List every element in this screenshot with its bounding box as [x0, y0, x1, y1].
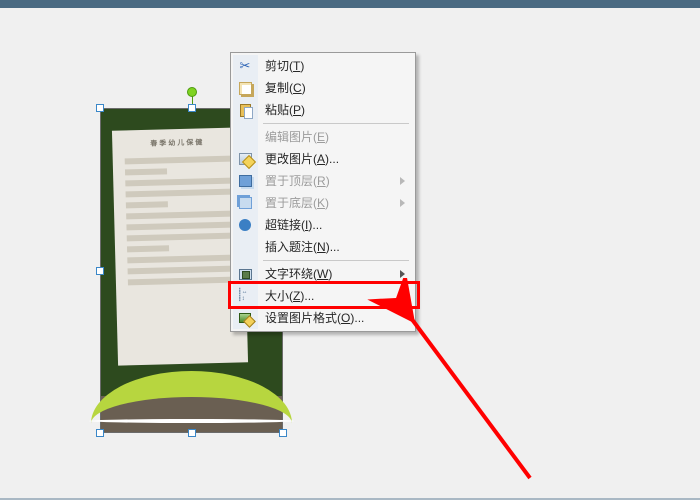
document-canvas[interactable]: 春季幼儿保健 ✂ 剪切(T) 复制(C) 粘贴(P) 编辑图片(E) [0, 8, 700, 498]
menu-item-edit-image: 编辑图片(E) [233, 126, 413, 148]
hyperlink-icon [237, 217, 253, 233]
rotation-handle[interactable] [187, 87, 197, 97]
submenu-arrow-icon [400, 199, 405, 207]
menu-label: 粘贴(P) [265, 99, 413, 121]
paste-icon [237, 102, 253, 118]
menu-label: 剪切(T) [265, 55, 413, 77]
scissors-icon: ✂ [237, 58, 253, 74]
menu-item-text-wrap[interactable]: 文字环绕(W) [233, 263, 413, 285]
size-icon: ┇↔┇↕ [237, 288, 253, 304]
menu-item-bring-front: 置于顶层(R) [233, 170, 413, 192]
menu-label: 复制(C) [265, 77, 413, 99]
menu-label: 置于底层(K) [265, 192, 400, 214]
resize-handle-bl[interactable] [96, 429, 104, 437]
copy-icon [237, 80, 253, 96]
menu-label: 文字环绕(W) [265, 263, 400, 285]
menu-item-change-image[interactable]: 更改图片(A)... [233, 148, 413, 170]
menu-item-insert-caption[interactable]: 插入题注(N)... [233, 236, 413, 258]
text-wrap-icon [237, 266, 253, 282]
menu-item-paste[interactable]: 粘贴(P) [233, 99, 413, 121]
resize-handle-tm[interactable] [188, 104, 196, 112]
submenu-arrow-icon [400, 177, 405, 185]
resize-handle-ml[interactable] [96, 267, 104, 275]
resize-handle-bm[interactable] [188, 429, 196, 437]
menu-item-cut[interactable]: ✂ 剪切(T) [233, 55, 413, 77]
menu-item-format-picture[interactable]: 设置图片格式(O)... [233, 307, 413, 329]
bring-front-icon [237, 173, 253, 189]
submenu-arrow-icon [400, 270, 405, 278]
menu-label: 编辑图片(E) [265, 126, 413, 148]
resize-handle-br[interactable] [279, 429, 287, 437]
menu-item-send-back: 置于底层(K) [233, 192, 413, 214]
menu-item-hyperlink[interactable]: 超链接(I)... [233, 214, 413, 236]
menu-label: 设置图片格式(O)... [265, 307, 413, 329]
menu-label: 更改图片(A)... [265, 148, 413, 170]
menu-label: 插入题注(N)... [265, 236, 413, 258]
menu-label: 置于顶层(R) [265, 170, 400, 192]
menu-label: 超链接(I)... [265, 214, 413, 236]
image-paper-sheet: 春季幼儿保健 [112, 127, 248, 365]
change-image-icon [237, 151, 253, 167]
app-titlebar [0, 0, 700, 8]
send-back-icon [237, 195, 253, 211]
menu-item-size[interactable]: ┇↔┇↕ 大小(Z)... [233, 285, 413, 307]
paper-heading: 春季幼儿保健 [124, 138, 230, 151]
format-picture-icon [237, 310, 253, 326]
menu-item-copy[interactable]: 复制(C) [233, 77, 413, 99]
context-menu: ✂ 剪切(T) 复制(C) 粘贴(P) 编辑图片(E) 更改图片(A)... 置… [230, 52, 416, 332]
resize-handle-tl[interactable] [96, 104, 104, 112]
menu-label: 大小(Z)... [265, 285, 413, 307]
